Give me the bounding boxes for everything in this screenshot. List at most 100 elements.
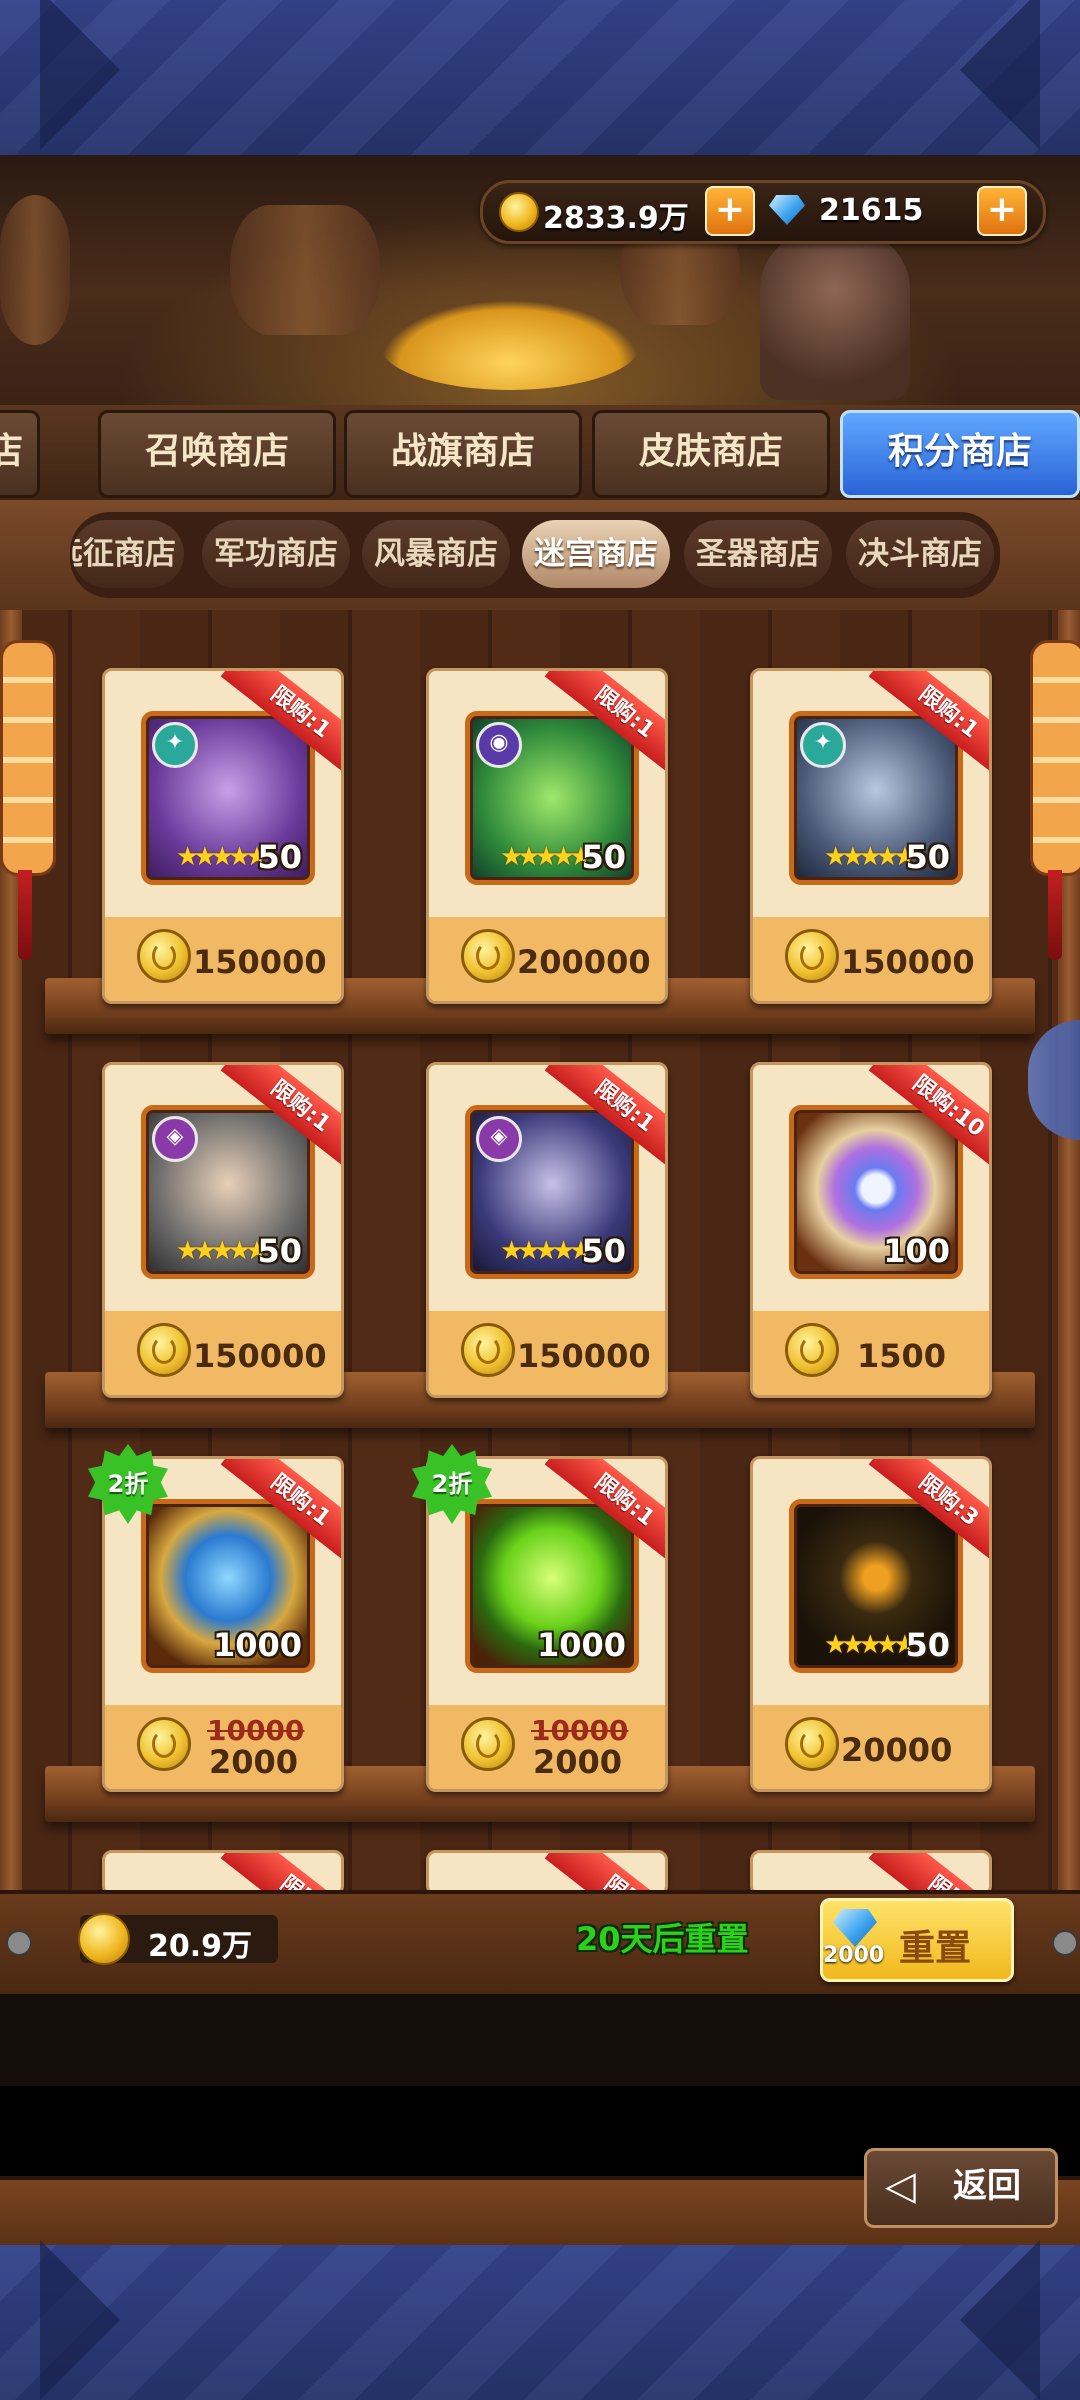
discounted-price: 2000 xyxy=(209,1743,299,1781)
subtab-storm-shop[interactable]: 风暴商店 xyxy=(362,520,510,588)
barrel-decoration xyxy=(0,195,70,345)
item-level: 100 xyxy=(883,1232,950,1270)
shop-item-card[interactable]: ✦ ★★★★★ 50 限购:1 150000 xyxy=(102,668,344,1004)
lantern-decoration xyxy=(1030,640,1080,876)
tassel-decoration xyxy=(18,870,32,960)
item-price: 200000 xyxy=(517,943,651,981)
price-strip: 20000 xyxy=(753,1705,989,1789)
item-level: 50 xyxy=(905,1626,950,1664)
faction-icon: ◈ xyxy=(152,1116,198,1162)
chevron-decoration xyxy=(960,2240,1040,2400)
points-coin-icon xyxy=(461,1323,515,1377)
subtab-expedition-shop[interactable]: 远征商店 xyxy=(72,520,184,588)
shop-item-card[interactable]: ✦ ★★★★★ 50 限购:1 150000 xyxy=(750,668,992,1004)
faction-icon: ✦ xyxy=(152,722,198,768)
chevron-decoration xyxy=(40,2240,120,2400)
subtab-military-shop[interactable]: 军功商店 xyxy=(202,520,350,588)
hero-portrait: ◈ ★★★★★ 50 xyxy=(465,1105,639,1279)
back-button[interactable]: ◁ 返回 xyxy=(864,2148,1058,2228)
item-level: 50 xyxy=(257,838,302,876)
subtab-duel-shop[interactable]: 决斗商店 xyxy=(846,520,994,588)
currency-bar: 2833.9万 + 21615 + xyxy=(480,180,1046,244)
gold-amount: 2833.9万 xyxy=(543,201,689,236)
faction-icon: ◈ xyxy=(476,1116,522,1162)
price-strip: 10000 2000 xyxy=(429,1705,665,1789)
reset-timer: 20天后重置 xyxy=(576,1920,749,1958)
item-price: 150000 xyxy=(193,943,327,981)
points-coin-icon xyxy=(137,1323,191,1377)
back-label: 返回 xyxy=(953,2166,1021,2206)
star-rating: ★★★★★ xyxy=(500,842,593,872)
points-amount: 20.9万 xyxy=(148,1929,253,1964)
bolt-decoration xyxy=(6,1930,32,1956)
shop-item-card[interactable]: ◈ ★★★★★ 50 限购:1 150000 xyxy=(102,1062,344,1398)
star-rating: ★★★★★ xyxy=(176,842,269,872)
chevron-decoration xyxy=(960,0,1040,150)
item-level: 50 xyxy=(581,1232,626,1270)
gem-amount: 21615 xyxy=(819,193,924,228)
item-level: 50 xyxy=(581,838,626,876)
faction-icon: ✦ xyxy=(800,722,846,768)
item-price: 150000 xyxy=(841,943,975,981)
price-strip: 150000 xyxy=(105,1311,341,1395)
tab-skin-shop[interactable]: 皮肤商店 xyxy=(592,410,830,498)
price-strip: 150000 xyxy=(105,917,341,1001)
subtab-relic-shop[interactable]: 圣器商店 xyxy=(684,520,832,588)
add-gems-button[interactable]: + xyxy=(977,186,1027,236)
reset-label: 重置 xyxy=(899,1928,972,1969)
scroll-item-icon: 100 xyxy=(789,1105,963,1279)
hero-portrait: ◉ ★★★★★ 50 xyxy=(465,711,639,885)
reset-cost: 2000 xyxy=(823,1943,885,1968)
item-level: 1000 xyxy=(536,1626,626,1664)
price-strip: 1500 xyxy=(753,1311,989,1395)
shop-item-card[interactable]: ◉ ★★★★★ 50 限购:1 200000 xyxy=(426,668,668,1004)
shopkeeper-npc xyxy=(760,230,910,400)
star-rating: ★★★★★ xyxy=(500,1236,593,1266)
points-coin-icon xyxy=(785,929,839,983)
gem-icon xyxy=(769,195,805,225)
add-gold-button[interactable]: + xyxy=(705,186,755,236)
shop-item-card[interactable]: 100 限购:10 1500 xyxy=(750,1062,992,1398)
back-arrow-icon: ◁ xyxy=(885,2163,916,2209)
points-coin-icon xyxy=(137,1717,191,1771)
points-coin-icon xyxy=(785,1323,839,1377)
tab-points-shop[interactable]: 积分商店 xyxy=(840,410,1080,498)
price-strip: 200000 xyxy=(429,917,665,1001)
star-rating: ★★★★★ xyxy=(176,1236,269,1266)
price-strip: 150000 xyxy=(429,1311,665,1395)
points-balance: 20.9万 xyxy=(78,1913,278,1965)
item-level: 50 xyxy=(257,1232,302,1270)
item-level: 50 xyxy=(905,838,950,876)
item-price: 1500 xyxy=(857,1337,947,1375)
price-strip: 150000 xyxy=(753,917,989,1001)
shop-item-card[interactable]: ◈ ★★★★★ 50 限购:1 150000 xyxy=(426,1062,668,1398)
tassel-decoration xyxy=(1048,870,1062,960)
gold-coin-icon xyxy=(499,192,539,232)
item-level: 1000 xyxy=(212,1626,302,1664)
crest-item-icon: 1000 xyxy=(141,1499,315,1673)
green-gem-item-icon: 1000 xyxy=(465,1499,639,1673)
reset-button[interactable]: 2000 重置 xyxy=(820,1898,1014,1982)
discounted-price: 2000 xyxy=(533,1743,623,1781)
price-strip: 10000 2000 xyxy=(105,1705,341,1789)
item-price: 150000 xyxy=(193,1337,327,1375)
tab-summon-shop[interactable]: 召唤商店 xyxy=(98,410,336,498)
outer-background-bottom xyxy=(0,2240,1080,2400)
shop-item-card[interactable]: ★★★★★ 50 限购:3 20000 xyxy=(750,1456,992,1792)
item-price: 20000 xyxy=(841,1731,953,1769)
gem-icon xyxy=(833,1909,877,1947)
star-rating: ★★★★★ xyxy=(824,1630,917,1660)
faction-icon: ◉ xyxy=(476,722,522,768)
points-coin-icon xyxy=(78,1913,130,1965)
subtab-maze-shop[interactable]: 迷宫商店 xyxy=(522,520,670,588)
gold-pile-decoration xyxy=(380,300,640,390)
tab-partial[interactable]: 店 xyxy=(0,410,40,498)
hero-portrait: ✦ ★★★★★ 50 xyxy=(141,711,315,885)
points-coin-icon xyxy=(461,929,515,983)
dark-strip xyxy=(0,1994,1080,2086)
barrel-decoration xyxy=(230,205,380,335)
hero-portrait: ◈ ★★★★★ 50 xyxy=(141,1105,315,1279)
points-coin-icon xyxy=(137,929,191,983)
points-coin-icon xyxy=(461,1717,515,1771)
tab-banner-shop[interactable]: 战旗商店 xyxy=(344,410,582,498)
